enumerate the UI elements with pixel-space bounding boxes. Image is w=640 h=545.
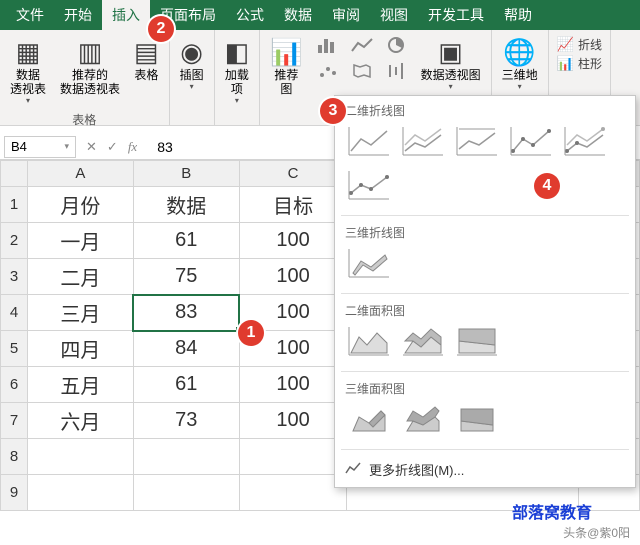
cell[interactable]: 数据 — [133, 187, 239, 223]
callout-4: 4 — [534, 173, 560, 199]
chart-map-button[interactable] — [345, 58, 379, 84]
name-box[interactable]: B4▾ — [4, 136, 76, 158]
cell[interactable]: 月份 — [28, 187, 134, 223]
cell[interactable]: 100 — [239, 403, 347, 439]
select-all-corner[interactable] — [1, 161, 28, 187]
group-label-tables: 表格 — [4, 109, 165, 130]
row-header[interactable]: 1 — [1, 187, 28, 223]
more-line-charts[interactable]: 更多折线图(M)... — [335, 452, 635, 487]
row-header[interactable]: 4 — [1, 295, 28, 331]
tab-file[interactable]: 文件 — [6, 0, 54, 30]
tab-view[interactable]: 视图 — [370, 0, 418, 30]
area-3d-stacked-thumb[interactable] — [399, 401, 447, 439]
callout-2: 2 — [148, 16, 174, 42]
fx-icon[interactable]: fx — [128, 139, 137, 155]
ribbon-tabs: 文件 开始 插入 页面布局 公式 数据 审阅 视图 开发工具 帮助 — [0, 0, 640, 30]
area-3d-thumb[interactable] — [345, 401, 393, 439]
row-header[interactable]: 6 — [1, 367, 28, 403]
row-header[interactable]: 3 — [1, 259, 28, 295]
line-markers-thumb[interactable] — [507, 123, 555, 161]
chart-line-button[interactable] — [345, 32, 379, 58]
confirm-icon[interactable]: ✓ — [107, 139, 118, 155]
cell[interactable]: 三月 — [28, 295, 134, 331]
addins-button[interactable]: ◧加载项 — [219, 32, 256, 109]
section-2d-line: 二维折线图 — [335, 96, 635, 123]
row-header[interactable]: 5 — [1, 331, 28, 367]
line-stacked-thumb[interactable] — [399, 123, 447, 161]
cell[interactable]: 75 — [133, 259, 239, 295]
tab-insert[interactable]: 插入 — [102, 0, 150, 30]
cell[interactable]: 六月 — [28, 403, 134, 439]
line-chart-thumb[interactable] — [345, 123, 393, 161]
sparkline-line-button[interactable]: 📈折线 — [557, 36, 602, 53]
line-stacked-markers-thumb[interactable] — [561, 123, 609, 161]
cell[interactable]: 100 — [239, 223, 347, 259]
callout-1: 1 — [238, 320, 264, 346]
cancel-icon[interactable]: ✕ — [86, 139, 97, 155]
cell[interactable] — [239, 439, 347, 475]
cell[interactable] — [28, 475, 134, 511]
pivot-table-button[interactable]: ▦数据透视表 — [4, 32, 52, 109]
callout-3: 3 — [320, 98, 346, 124]
recommended-pivot-button[interactable]: ▥推荐的数据透视表 — [54, 32, 126, 100]
watermark-brand: 部落窝教育 — [512, 499, 592, 523]
cell[interactable]: 五月 — [28, 367, 134, 403]
tab-dev[interactable]: 开发工具 — [418, 0, 494, 30]
tab-formulas[interactable]: 公式 — [226, 0, 274, 30]
recommended-charts-button[interactable]: 📊推荐图 — [264, 32, 308, 100]
col-header-c[interactable]: C — [239, 161, 347, 187]
illustrations-button[interactable]: ◉插图 — [174, 32, 210, 95]
area-stacked-thumb[interactable] — [399, 323, 447, 361]
pivot-chart-button[interactable]: ▣数据透视图 — [415, 32, 487, 95]
row-header[interactable]: 8 — [1, 439, 28, 475]
row-header[interactable]: 7 — [1, 403, 28, 439]
map-3d-button[interactable]: 🌐三维地 — [496, 32, 544, 95]
cell[interactable] — [239, 475, 347, 511]
watermark-author: 头条@紫0阳 — [563, 524, 630, 541]
line-100stacked-thumb[interactable] — [453, 123, 501, 161]
cell[interactable] — [28, 439, 134, 475]
cell[interactable]: 100 — [239, 367, 347, 403]
cell[interactable]: 84 — [133, 331, 239, 367]
line-3d-thumb[interactable] — [345, 245, 393, 283]
row-header[interactable]: 9 — [1, 475, 28, 511]
area-3d-100stacked-thumb[interactable] — [453, 401, 501, 439]
cell[interactable]: 二月 — [28, 259, 134, 295]
col-header-a[interactable]: A — [28, 161, 134, 187]
line-100stacked-markers-thumb[interactable] — [345, 167, 393, 205]
chart-type-popup: 二维折线图 三维折线图 二维面积图 三维面积图 更多折线图(M)... — [334, 95, 636, 488]
formula-value[interactable]: 83 — [147, 139, 173, 155]
section-3d-area: 三维面积图 — [335, 374, 635, 401]
row-header[interactable]: 2 — [1, 223, 28, 259]
cell[interactable]: 61 — [133, 223, 239, 259]
chart-column-button[interactable] — [311, 32, 345, 58]
cell-selected[interactable]: 83 — [133, 295, 239, 331]
chart-scatter-button[interactable] — [311, 58, 345, 84]
tab-review[interactable]: 审阅 — [322, 0, 370, 30]
tab-data[interactable]: 数据 — [274, 0, 322, 30]
area-100stacked-thumb[interactable] — [453, 323, 501, 361]
cell[interactable]: 73 — [133, 403, 239, 439]
area-chart-thumb[interactable] — [345, 323, 393, 361]
tab-help[interactable]: 帮助 — [494, 0, 542, 30]
cell[interactable]: 目标 — [239, 187, 347, 223]
more-charts-icon — [345, 461, 361, 478]
cell[interactable]: 一月 — [28, 223, 134, 259]
cell[interactable]: 100 — [239, 259, 347, 295]
section-3d-line: 三维折线图 — [335, 218, 635, 245]
chart-stock-button[interactable] — [379, 58, 413, 84]
col-header-b[interactable]: B — [133, 161, 239, 187]
chart-pie-button[interactable] — [379, 32, 413, 58]
cell[interactable] — [133, 439, 239, 475]
cell[interactable]: 四月 — [28, 331, 134, 367]
sparkline-column-button[interactable]: 📊柱形 — [557, 55, 602, 72]
cell[interactable]: 61 — [133, 367, 239, 403]
section-2d-area: 二维面积图 — [335, 296, 635, 323]
cell[interactable] — [133, 475, 239, 511]
tab-home[interactable]: 开始 — [54, 0, 102, 30]
